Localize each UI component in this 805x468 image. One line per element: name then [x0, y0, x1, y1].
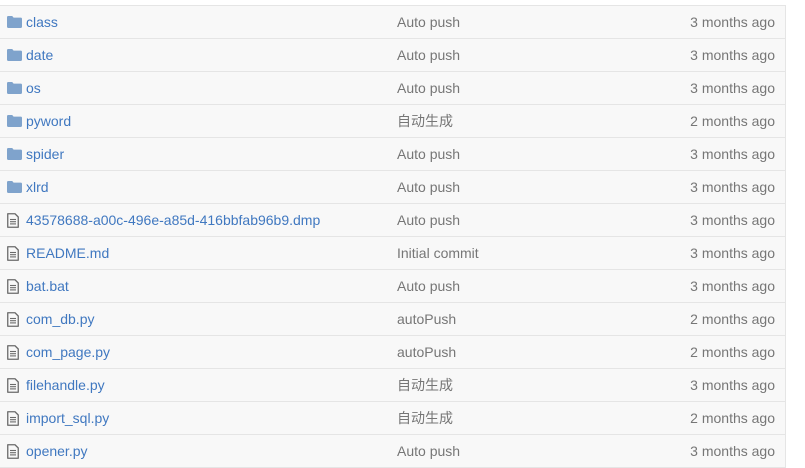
commit-age: 3 months ago: [690, 14, 775, 30]
folder-row-5[interactable]: xlrd Auto push 3 months ago: [0, 171, 785, 204]
file-row-7[interactable]: README.md Initial commit 3 months ago: [0, 237, 785, 270]
folder-icon: [7, 114, 22, 128]
file-name-link[interactable]: pyword: [26, 112, 71, 130]
folder-icon: [7, 15, 22, 29]
file-row-10[interactable]: com_page.py autoPush 2 months ago: [0, 336, 785, 369]
file-name-link[interactable]: os: [26, 79, 41, 97]
commit-message-link[interactable]: Auto push: [397, 277, 460, 295]
file-icon: [7, 411, 22, 426]
file-name-link[interactable]: bat.bat: [26, 277, 69, 295]
commit-message-link[interactable]: Auto push: [397, 79, 460, 97]
commit-message-link[interactable]: 自动生成: [397, 112, 453, 130]
file-name-link[interactable]: README.md: [26, 244, 109, 262]
file-name-link[interactable]: import_sql.py: [26, 409, 109, 427]
commit-age: 3 months ago: [690, 443, 775, 459]
file-row-6[interactable]: 43578688-a00c-496e-a85d-416bbfab96b9.dmp…: [0, 204, 785, 237]
folder-row-3[interactable]: pyword 自动生成 2 months ago: [0, 105, 785, 138]
commit-age: 2 months ago: [690, 113, 775, 129]
folder-icon: [7, 147, 22, 161]
file-icon: [7, 246, 22, 261]
folder-icon: [7, 180, 22, 194]
commit-age: 2 months ago: [690, 311, 775, 327]
file-icon: [7, 312, 22, 327]
folder-icon: [7, 48, 22, 62]
commit-message-link[interactable]: 自动生成: [397, 376, 453, 394]
file-name-link[interactable]: spider: [26, 145, 64, 163]
file-name-link[interactable]: date: [26, 46, 53, 64]
file-name-link[interactable]: filehandle.py: [26, 376, 105, 394]
commit-message-link[interactable]: autoPush: [397, 310, 456, 328]
commit-message-link[interactable]: Auto push: [397, 13, 460, 31]
file-icon: [7, 345, 22, 360]
commit-age: 3 months ago: [690, 212, 775, 228]
file-row-8[interactable]: bat.bat Auto push 3 months ago: [0, 270, 785, 303]
file-name-link[interactable]: class: [26, 13, 58, 31]
folder-row-2[interactable]: os Auto push 3 months ago: [0, 72, 785, 105]
commit-age: 3 months ago: [690, 179, 775, 195]
commit-age: 3 months ago: [690, 80, 775, 96]
folder-icon: [7, 81, 22, 95]
commit-age: 3 months ago: [690, 245, 775, 261]
commit-message-link[interactable]: Auto push: [397, 46, 460, 64]
file-list: class Auto push 3 months ago date Auto p…: [0, 5, 786, 468]
commit-age: 3 months ago: [690, 47, 775, 63]
commit-age: 3 months ago: [690, 146, 775, 162]
file-icon: [7, 213, 22, 228]
file-icon: [7, 279, 22, 294]
commit-age: 3 months ago: [690, 377, 775, 393]
file-row-11[interactable]: filehandle.py 自动生成 3 months ago: [0, 369, 785, 402]
folder-row-1[interactable]: date Auto push 3 months ago: [0, 39, 785, 72]
commit-message-link[interactable]: Auto push: [397, 211, 460, 229]
commit-age: 2 months ago: [690, 344, 775, 360]
file-row-12[interactable]: import_sql.py 自动生成 2 months ago: [0, 402, 785, 435]
file-name-link[interactable]: 43578688-a00c-496e-a85d-416bbfab96b9.dmp: [26, 211, 320, 229]
commit-age: 2 months ago: [690, 410, 775, 426]
commit-message-link[interactable]: 自动生成: [397, 409, 453, 427]
folder-row-4[interactable]: spider Auto push 3 months ago: [0, 138, 785, 171]
file-row-13[interactable]: opener.py Auto push 3 months ago: [0, 435, 785, 468]
commit-message-link[interactable]: Auto push: [397, 178, 460, 196]
commit-message-link[interactable]: autoPush: [397, 343, 456, 361]
file-row-9[interactable]: com_db.py autoPush 2 months ago: [0, 303, 785, 336]
folder-row-0[interactable]: class Auto push 3 months ago: [0, 6, 785, 39]
commit-age: 3 months ago: [690, 278, 775, 294]
file-icon: [7, 444, 22, 459]
commit-message-link[interactable]: Auto push: [397, 145, 460, 163]
file-name-link[interactable]: com_db.py: [26, 310, 94, 328]
file-name-link[interactable]: xlrd: [26, 178, 49, 196]
file-icon: [7, 378, 22, 393]
file-name-link[interactable]: opener.py: [26, 442, 88, 460]
commit-message-link[interactable]: Initial commit: [397, 244, 479, 262]
commit-message-link[interactable]: Auto push: [397, 442, 460, 460]
file-name-link[interactable]: com_page.py: [26, 343, 110, 361]
